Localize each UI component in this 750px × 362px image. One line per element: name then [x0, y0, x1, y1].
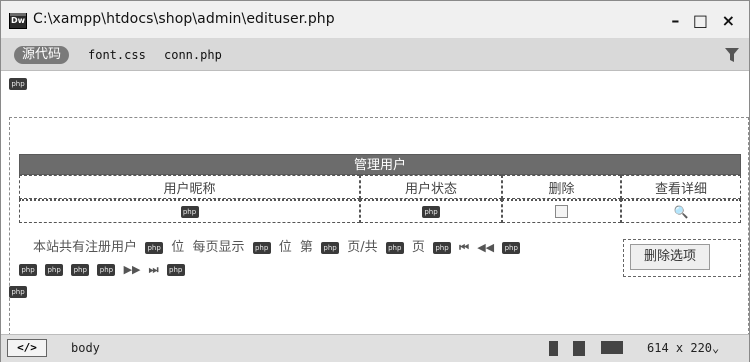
- tablet-size-icon[interactable]: [573, 341, 585, 356]
- column-nickname: 用户昵称: [19, 175, 360, 199]
- design-view: php 管理用户 用户昵称 用户状态 删除 查看详细 php php 🔍 本站共…: [1, 72, 749, 341]
- window-controls[interactable]: – □ ×: [671, 11, 739, 30]
- pagination-line-2: php php php php ▶▶ ⏭ php: [19, 262, 189, 277]
- php-marker-icon[interactable]: php: [71, 263, 90, 276]
- unit-label: 位: [171, 240, 185, 255]
- dreamweaver-app-icon: Dw: [9, 13, 27, 29]
- unit-label: 位: [278, 240, 292, 255]
- php-marker-icon[interactable]: php: [252, 241, 271, 254]
- column-status: 用户状态: [360, 175, 502, 199]
- php-marker-icon[interactable]: php: [19, 263, 37, 276]
- window-title: C:\xampp\htdocs\shop\admin\edituser.php: [33, 11, 335, 27]
- window-size-selector[interactable]: 614 x 220⌄: [647, 341, 719, 355]
- delete-button-container: 删除选项: [623, 239, 741, 277]
- php-marker-icon[interactable]: php: [166, 263, 185, 276]
- php-marker-icon[interactable]: php: [180, 205, 199, 218]
- php-marker-icon[interactable]: php: [433, 241, 452, 254]
- code-tag-selector[interactable]: </>: [7, 339, 47, 357]
- delete-selected-button[interactable]: 删除选项: [630, 244, 710, 270]
- mobile-size-icon[interactable]: [549, 341, 558, 356]
- column-delete: 删除: [502, 175, 621, 199]
- php-marker-icon[interactable]: php: [97, 263, 116, 276]
- status-bar: </> body 614 x 220⌄: [1, 334, 749, 362]
- column-view-detail: 查看详细: [621, 175, 741, 199]
- php-marker-icon[interactable]: php: [502, 241, 521, 254]
- related-files-bar: 源代码 font.css conn.php: [1, 39, 749, 71]
- filter-icon[interactable]: [725, 47, 739, 63]
- page-prefix-label: 第: [299, 240, 313, 255]
- table-title: 管理用户: [19, 154, 741, 175]
- php-marker-icon[interactable]: php: [45, 263, 64, 276]
- php-marker-icon[interactable]: php: [9, 286, 27, 298]
- php-marker-icon[interactable]: php: [145, 241, 164, 254]
- pagination-line-1: 本站共有注册用户 php 位 每页显示 php 位 第 php 页/共 php …: [33, 236, 524, 255]
- page-total-label: 页/共: [347, 240, 378, 255]
- related-file-font-css[interactable]: font.css: [88, 48, 146, 62]
- php-marker-icon[interactable]: php: [9, 78, 27, 90]
- next-page-icon[interactable]: ▶▶: [124, 263, 141, 276]
- magnifier-icon[interactable]: 🔍: [674, 205, 689, 219]
- per-page-label: 每页显示: [192, 240, 245, 255]
- php-marker-icon[interactable]: php: [321, 241, 340, 254]
- first-page-icon[interactable]: ⏮: [459, 241, 469, 254]
- pagination-area: 本站共有注册用户 php 位 每页显示 php 位 第 php 页/共 php …: [19, 236, 605, 282]
- table-row: php php 🔍: [19, 199, 741, 223]
- title-bar: Dw C:\xampp\htdocs\shop\admin\edituser.p…: [1, 1, 749, 39]
- delete-checkbox[interactable]: [555, 205, 568, 218]
- nickname-cell: php: [19, 199, 360, 223]
- page-suffix-label: 页: [411, 240, 425, 255]
- delete-cell: [502, 199, 621, 223]
- user-table: 管理用户 用户昵称 用户状态 删除 查看详细 php php 🔍: [19, 154, 741, 223]
- last-page-icon[interactable]: ⏭: [149, 263, 159, 276]
- desktop-size-icon[interactable]: [601, 341, 623, 354]
- editor-window: Dw C:\xampp\htdocs\shop\admin\edituser.p…: [0, 0, 750, 362]
- prev-page-icon[interactable]: ◀◀: [477, 241, 494, 254]
- body-tag-selector[interactable]: body: [71, 341, 100, 355]
- total-users-label: 本站共有注册用户: [33, 240, 138, 255]
- related-file-conn-php[interactable]: conn.php: [164, 48, 222, 62]
- form-region: [9, 117, 749, 341]
- status-cell: php: [360, 199, 502, 223]
- table-header-row: 用户昵称 用户状态 删除 查看详细: [19, 175, 741, 199]
- php-marker-icon[interactable]: php: [385, 241, 404, 254]
- php-marker-icon[interactable]: php: [422, 205, 440, 218]
- detail-cell: 🔍: [621, 199, 741, 223]
- source-code-button[interactable]: 源代码: [14, 46, 70, 64]
